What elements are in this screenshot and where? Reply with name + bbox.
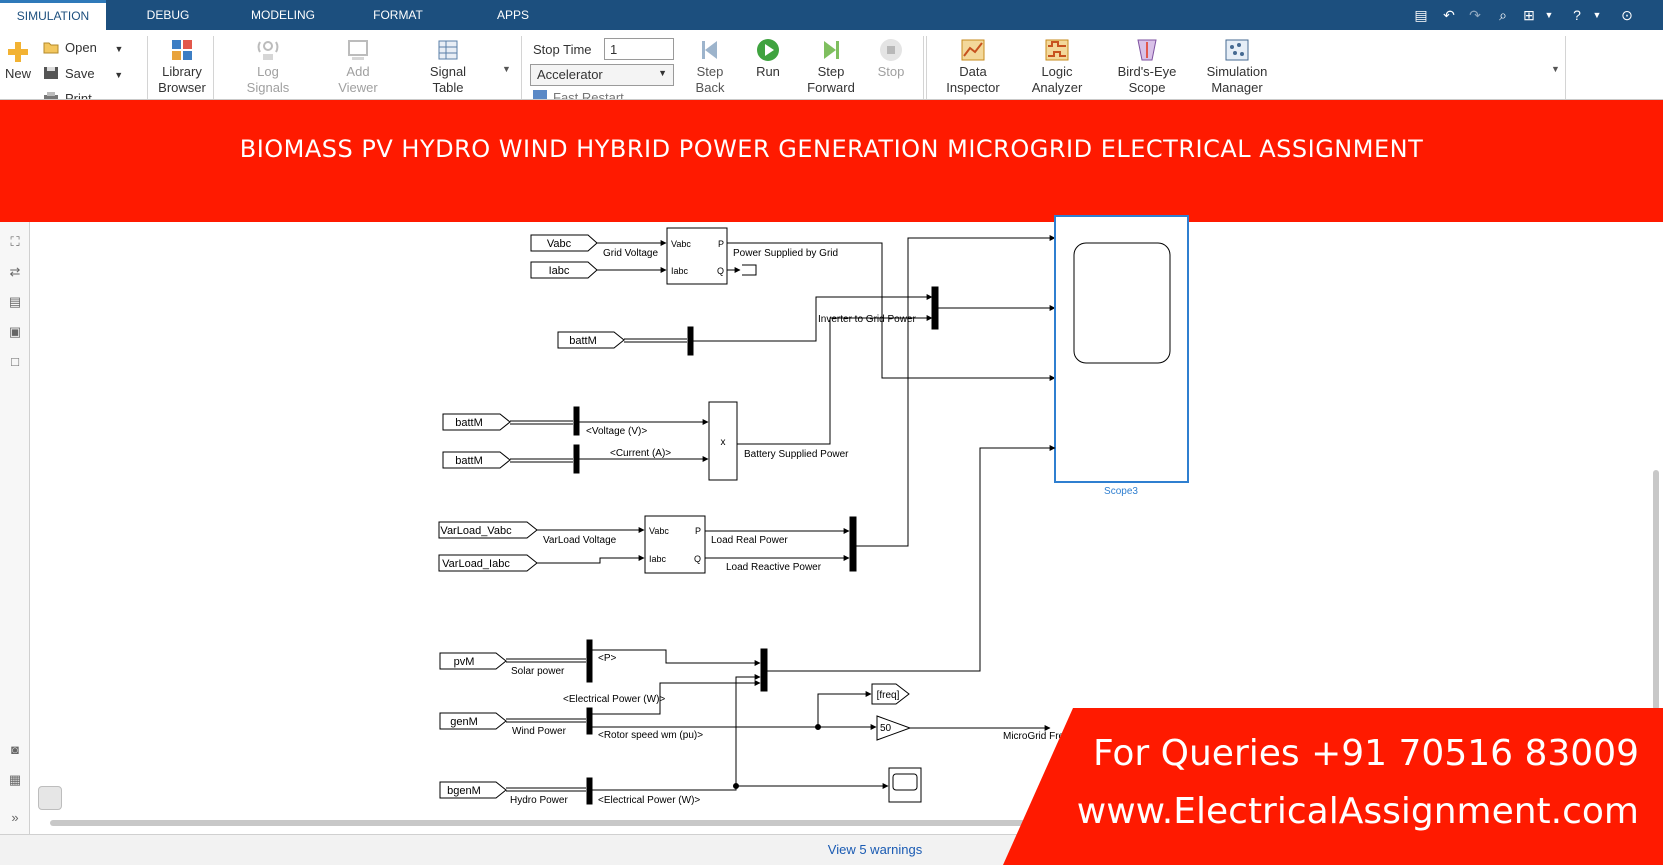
bgenm-label: bgenM [447,785,481,797]
terminator-block[interactable] [742,264,757,276]
pq-iabc-port: Iabc [671,266,689,276]
varload-iabc-label: VarLoad_Iabc [442,558,510,570]
power-supplied-by-grid-label: Power Supplied by Grid [733,248,838,259]
voltage-signal-label: <Voltage (V)> [586,426,647,437]
battm-2-label: battM [455,417,483,429]
mux-load[interactable] [849,516,857,572]
load-reactive-power-label: Load Reactive Power [726,562,822,573]
bus-selector-battm-1[interactable] [687,326,694,356]
bus-selector-pv[interactable] [586,639,593,683]
battm-3-label: battM [455,455,483,467]
from-vabc-label: Vabc [547,238,572,250]
bus-selector-hydro[interactable] [586,777,593,805]
wind-power-label: Wind Power [512,726,567,737]
product-symbol: x [721,437,726,448]
promo-overlay: For Queries +91 70516 83009 www.Electric… [1003,708,1663,865]
promo-website: www.ElectricalAssignment.com [1076,791,1639,832]
genm-label: genM [450,716,478,728]
gain-value: 50 [880,723,892,734]
pq2-p-port: P [695,526,701,536]
pq-vabc-port: Vabc [671,239,691,249]
load-real-power-label: Load Real Power [711,535,788,546]
mux-inverter[interactable] [931,286,939,330]
power-pq-block-load[interactable] [644,515,706,574]
grid-voltage-label: Grid Voltage [603,248,658,259]
electrical-power-label-1: <Electrical Power (W)> [563,694,665,705]
current-signal-label: <Current (A)> [610,448,671,459]
battm-1-label: battM [569,335,597,347]
pvm-label: pvM [454,656,475,668]
varload-vabc-label: VarLoad_Vabc [440,525,512,537]
rotor-speed-label: <Rotor speed wm (pu)> [598,730,703,741]
from-iabc-label: Iabc [549,265,570,277]
pq2-iabc-port: Iabc [649,554,667,564]
scope3-screen [1073,242,1171,364]
pq-q-port: Q [717,266,724,276]
bus-selector-gen[interactable] [586,707,593,735]
promo-phone: For Queries +91 70516 83009 [1092,733,1639,774]
electrical-power-label-2: <Electrical Power (W)> [598,795,700,806]
battery-supplied-power-label: Battery Supplied Power [744,449,849,460]
solar-power-label: Solar power [511,666,565,677]
mux-generation[interactable] [760,648,768,692]
p-signal-label: <P> [598,653,617,664]
bus-selector-voltage[interactable] [573,406,580,436]
scope3-label: Scope3 [1104,486,1138,497]
pq2-q-port: Q [694,554,701,564]
pq-p-port: P [718,239,724,249]
hydro-power-label: Hydro Power [510,795,568,806]
varload-voltage-label: VarLoad Voltage [543,535,617,546]
pq2-vabc-port: Vabc [649,526,669,536]
bus-selector-current[interactable] [573,444,580,474]
inverter-to-grid-label: Inverter to Grid Power [818,314,916,325]
goto-freq-label: [freq] [877,690,900,701]
